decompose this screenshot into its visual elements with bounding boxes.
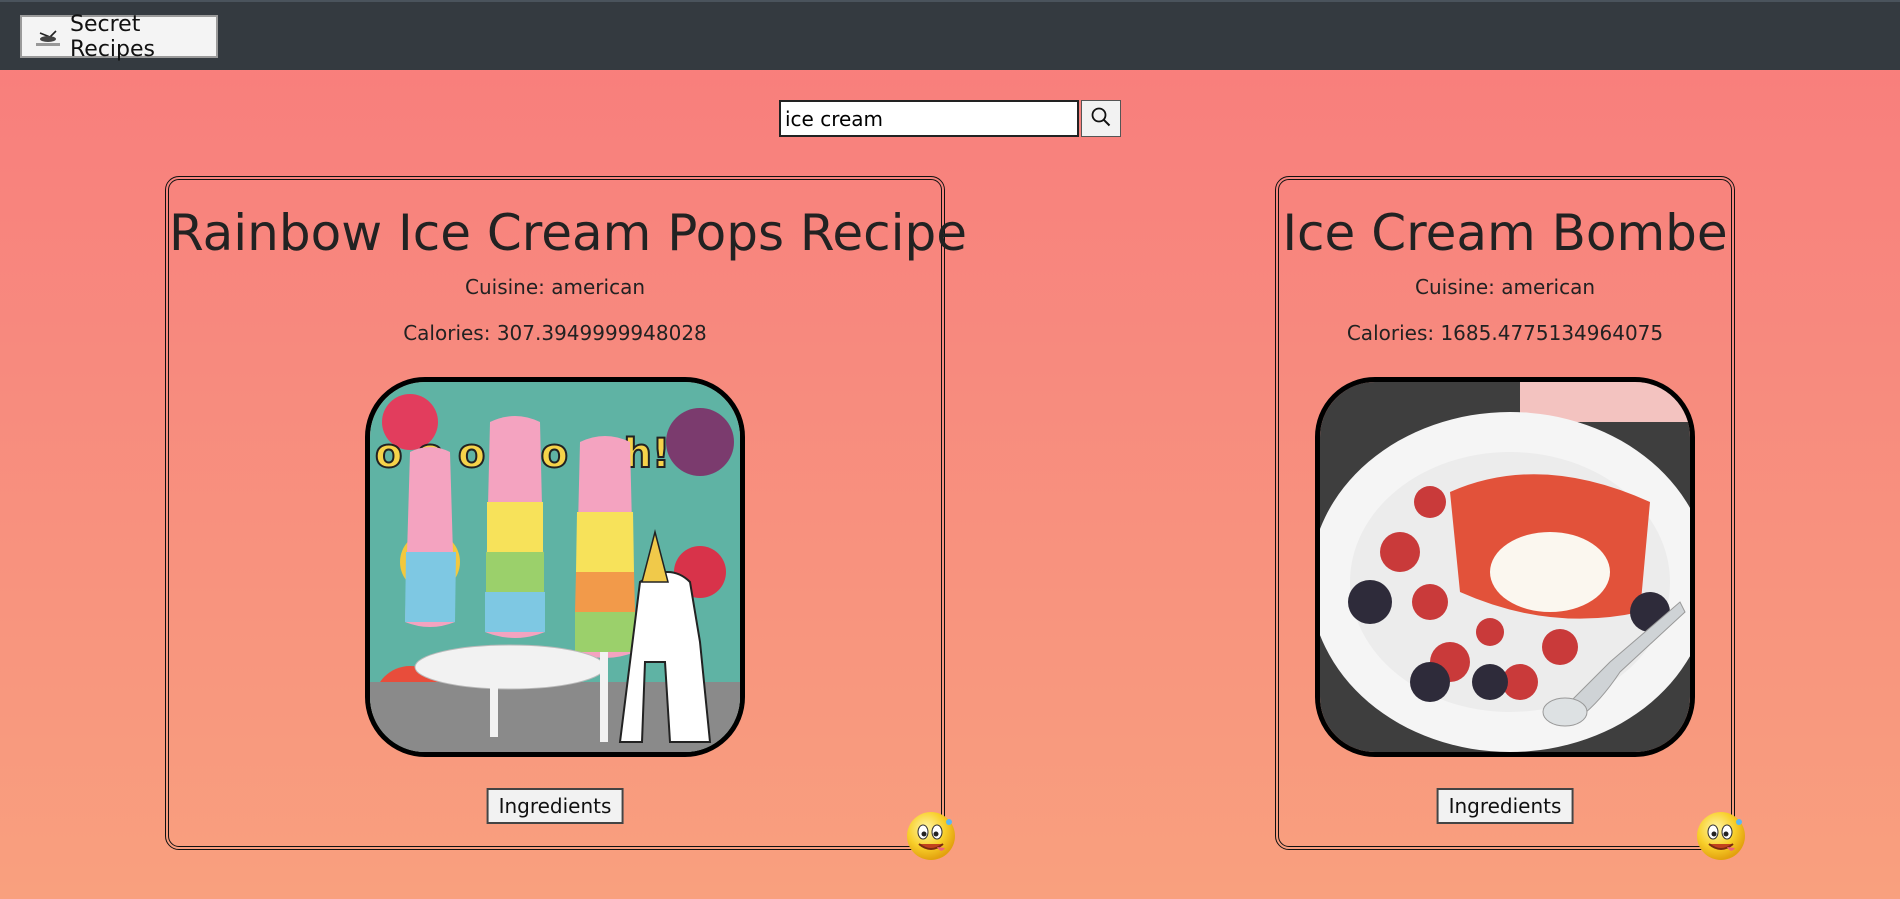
recipe-cuisine: Cuisine: american (465, 275, 645, 299)
recipe-card: Ice Cream Bombe Cuisine: american Calori… (1275, 176, 1735, 850)
brand-button[interactable]: Secret Recipes (20, 12, 218, 62)
brand-label: Secret Recipes (70, 11, 156, 62)
search-icon (1090, 106, 1112, 131)
search-button[interactable] (1081, 100, 1121, 137)
yum-emoji-icon[interactable] (1695, 810, 1747, 862)
recipe-photo (1315, 377, 1695, 757)
recipe-title: Ice Cream Bombe (1282, 204, 1728, 262)
recipe-cuisine: Cuisine: american (1415, 275, 1595, 299)
search-input[interactable] (779, 100, 1079, 137)
search-bar (779, 100, 1121, 137)
recipe-title: Rainbow Ice Cream Pops Recipe (169, 204, 968, 262)
yum-emoji-icon[interactable] (905, 810, 957, 862)
recipe-calories: Calories: 307.3949999948028 (403, 321, 707, 345)
cooking-logo-icon (34, 25, 62, 49)
recipe-calories: Calories: 1685.4775134964075 (1346, 321, 1664, 345)
navbar: Secret Recipes (0, 0, 1900, 70)
ingredients-button[interactable]: Ingredients (486, 788, 624, 824)
recipe-photo: o o o o o o h! (365, 377, 745, 757)
recipe-card: Rainbow Ice Cream Pops Recipe Cuisine: a… (165, 176, 968, 850)
ingredients-button[interactable]: Ingredients (1436, 788, 1574, 824)
